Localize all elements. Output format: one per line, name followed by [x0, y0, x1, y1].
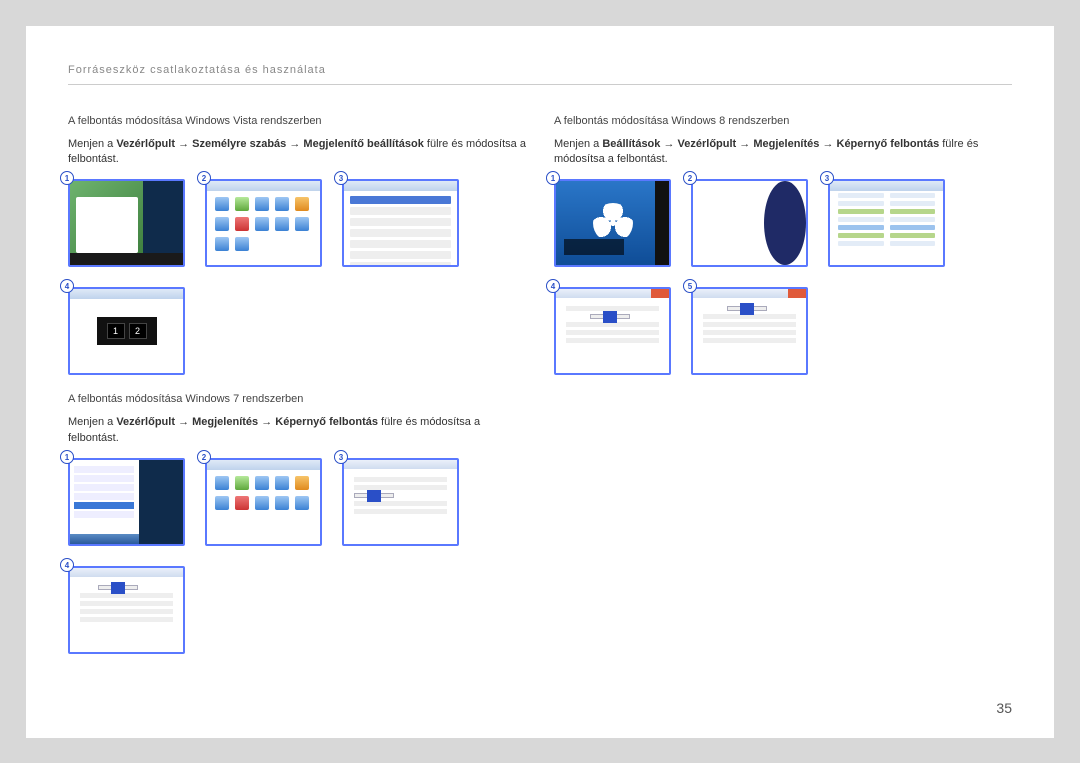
- vista-thumbnails: 1 2 3 4 12: [68, 179, 526, 375]
- page-number: 35: [996, 700, 1012, 716]
- left-column: A felbontás módosítása Windows Vista ren…: [68, 115, 526, 673]
- thumbnail: 4 12: [68, 287, 185, 375]
- thumbnail: 3: [342, 179, 459, 267]
- win8-title: A felbontás módosítása Windows 8 rendsze…: [554, 115, 1012, 127]
- thumbnail: 1: [554, 179, 671, 267]
- screenshot-vista-personalization: [342, 179, 459, 267]
- thumbnail: 2: [205, 179, 322, 267]
- step-badge: 1: [60, 450, 74, 464]
- two-column-layout: A felbontás módosítása Windows Vista ren…: [68, 115, 1012, 673]
- screenshot-win7-control-panel: [205, 458, 322, 546]
- right-column: A felbontás módosítása Windows 8 rendsze…: [554, 115, 1012, 673]
- screenshot-win7-resolution: [68, 566, 185, 654]
- chapter-header: Forráseszköz csatlakoztatása és használa…: [68, 64, 1012, 85]
- screenshot-vista-display-settings: 12: [68, 287, 185, 375]
- win7-instruction: Menjen a Vezérlőpult → Megjelenítés → Ké…: [68, 415, 526, 446]
- screenshot-win8-display: [554, 287, 671, 375]
- screenshot-win8-resolution: [691, 287, 808, 375]
- step-badge: 2: [197, 450, 211, 464]
- win8-thumbnails: 1 2 3 4 5: [554, 179, 1012, 375]
- thumbnail: 1: [68, 458, 185, 546]
- vista-instruction: Menjen a Vezérlőpult → Személyre szabás …: [68, 137, 526, 168]
- screenshot-win8-charms-bar: [554, 179, 671, 267]
- thumbnail: 2: [691, 179, 808, 267]
- step-badge: 3: [334, 450, 348, 464]
- screenshot-vista-start-menu: [68, 179, 185, 267]
- manual-page: Forráseszköz csatlakoztatása és használa…: [26, 26, 1054, 738]
- screenshot-win8-control-panel: [828, 179, 945, 267]
- thumbnail: 3: [828, 179, 945, 267]
- thumbnail: 5: [691, 287, 808, 375]
- vista-title: A felbontás módosítása Windows Vista ren…: [68, 115, 526, 127]
- thumbnail: 3: [342, 458, 459, 546]
- screenshot-win8-settings-charm: [691, 179, 808, 267]
- thumbnail: 1: [68, 179, 185, 267]
- step-badge: 4: [60, 558, 74, 572]
- thumbnail: 4: [68, 566, 185, 654]
- win7-thumbnails: 1 2 3 4: [68, 458, 526, 654]
- screenshot-win7-display: [342, 458, 459, 546]
- thumbnail: 2: [205, 458, 322, 546]
- win8-instruction: Menjen a Beállítások → Vezérlőpult → Meg…: [554, 137, 1012, 168]
- screenshot-win7-start-menu: [68, 458, 185, 546]
- thumbnail: 4: [554, 287, 671, 375]
- win7-title: A felbontás módosítása Windows 7 rendsze…: [68, 393, 526, 405]
- screenshot-vista-control-panel: [205, 179, 322, 267]
